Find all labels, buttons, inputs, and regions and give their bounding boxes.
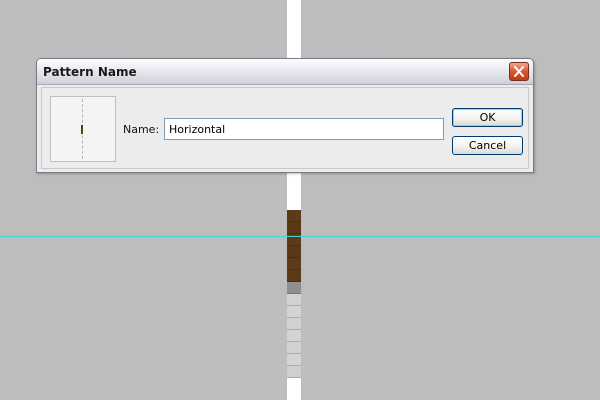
pixel-cell xyxy=(287,294,301,306)
name-label: Name: xyxy=(123,123,160,136)
dialog-content: Name: OK Cancel xyxy=(41,87,529,169)
pixel-cell xyxy=(287,270,301,282)
pixel-cell xyxy=(287,342,301,354)
pixel-cell xyxy=(287,282,301,294)
pattern-preview xyxy=(50,96,116,162)
pixel-cell xyxy=(287,366,301,378)
cancel-button[interactable]: Cancel xyxy=(452,136,523,155)
pixel-cell xyxy=(287,330,301,342)
ok-button[interactable]: OK xyxy=(452,108,523,127)
close-button[interactable] xyxy=(509,62,529,81)
close-icon xyxy=(514,66,524,77)
dialog-title: Pattern Name xyxy=(43,65,137,79)
pixel-cell xyxy=(287,354,301,366)
pixel-cell xyxy=(287,306,301,318)
horizontal-guide-line[interactable] xyxy=(0,236,600,237)
pixel-cell xyxy=(287,222,301,234)
name-input[interactable] xyxy=(164,118,444,140)
preview-pattern-swatch xyxy=(81,125,83,134)
pixel-cell xyxy=(287,318,301,330)
pixel-cell xyxy=(287,258,301,270)
pixel-cell xyxy=(287,246,301,258)
pixel-cell xyxy=(287,210,301,222)
pattern-name-dialog: Pattern Name Name: OK Cancel xyxy=(36,58,534,173)
dialog-titlebar[interactable]: Pattern Name xyxy=(37,59,533,85)
